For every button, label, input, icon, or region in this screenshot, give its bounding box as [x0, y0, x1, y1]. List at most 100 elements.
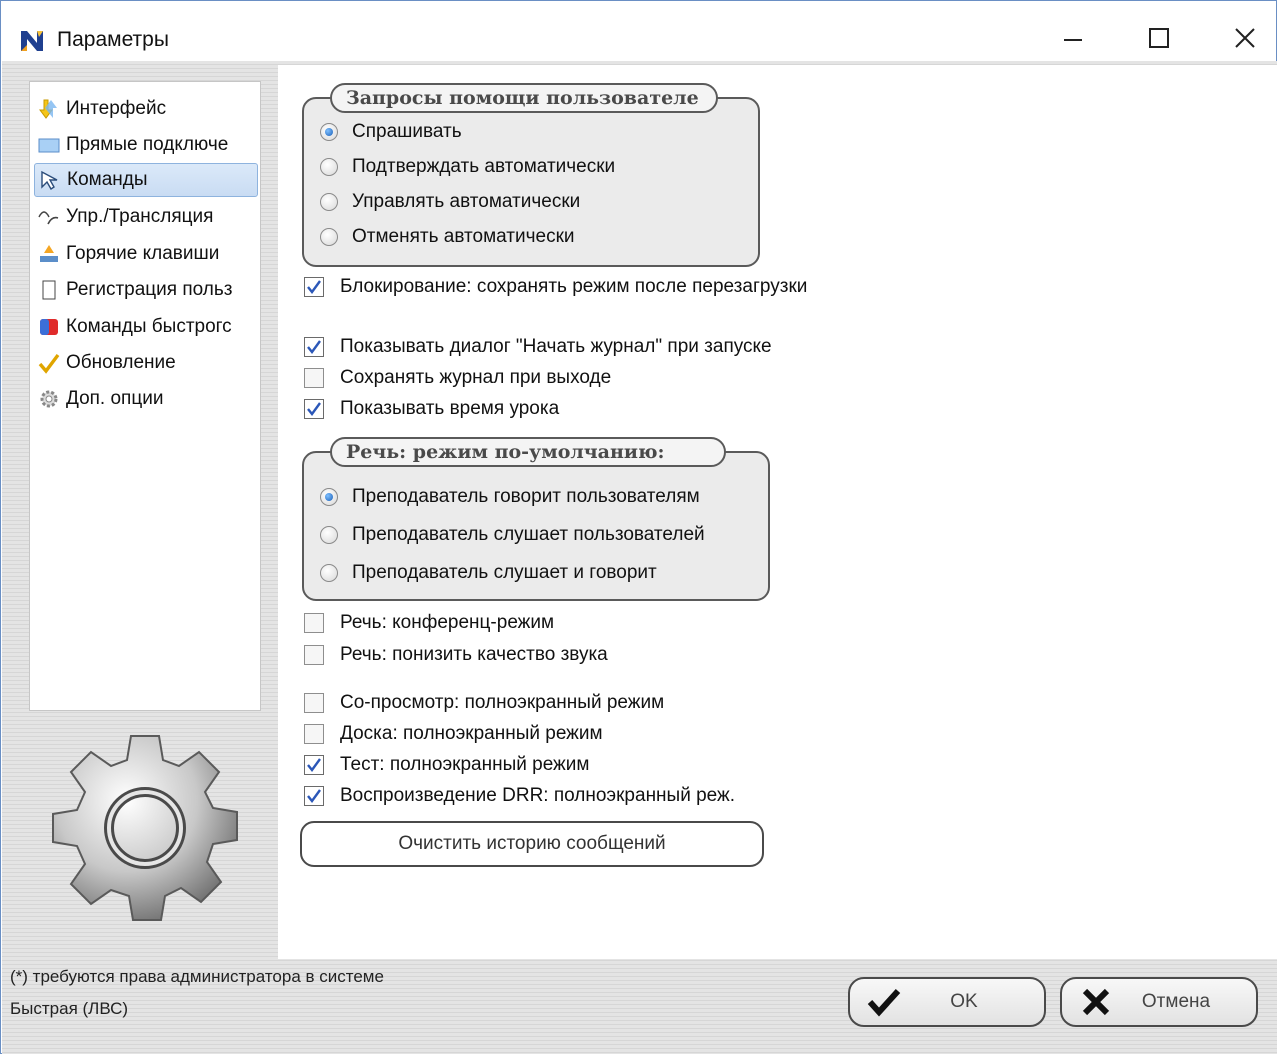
gear-small-icon	[38, 388, 60, 410]
window-title: Параметры	[57, 28, 169, 51]
checkbox[interactable]	[304, 755, 324, 775]
checkmark-icon	[38, 352, 60, 374]
drr-fullscreen-option[interactable]: Воспроизведение DRR: полноэкранный реж.	[304, 785, 735, 807]
minimize-icon	[1064, 39, 1082, 41]
admin-rights-note: (*) требуются права администратора в сис…	[10, 967, 384, 986]
cursor-icon	[39, 169, 61, 191]
cancel-label: Отмена	[1141, 991, 1211, 1012]
help-option-cancel-auto[interactable]: Отменять автоматически	[320, 226, 575, 248]
settings-nav: Интерфейс Прямые подключе Команды Упр./Т…	[29, 81, 261, 711]
connection-mode: Быстрая (ЛВС)	[10, 999, 129, 1018]
option-label: Воспроизведение DRR: полноэкранный реж.	[340, 785, 736, 806]
checkbox[interactable]	[304, 724, 324, 744]
nav-item-label: Упр./Трансляция	[66, 206, 214, 227]
check-mark-icon	[307, 280, 321, 294]
check-mark-icon	[307, 758, 321, 772]
close-icon	[1235, 28, 1255, 48]
nav-item-extra-options[interactable]: Доп. опции	[34, 382, 258, 416]
checkbox[interactable]	[304, 399, 324, 419]
parameters-window: Параметры Интерфейс Прямые подключе Кома…	[0, 0, 1277, 1054]
radio-button[interactable]	[320, 158, 338, 176]
nav-item-label: Команды быстрогс	[66, 316, 232, 337]
nav-item-quick-commands[interactable]: Команды быстрогс	[34, 310, 258, 344]
maximize-icon	[1149, 28, 1169, 48]
save-journal-option[interactable]: Сохранять журнал при выходе	[304, 367, 611, 389]
nav-item-label: Прямые подключе	[66, 134, 229, 155]
option-label: Речь: понизить качество звука	[340, 644, 608, 665]
option-label: Блокирование: сохранять режим после пере…	[340, 276, 808, 297]
radio-button[interactable]	[320, 488, 338, 506]
nav-item-direct-connections[interactable]: Прямые подключе	[34, 128, 258, 162]
option-label: Доска: полноэкранный режим	[340, 723, 603, 744]
interface-arrows-icon	[38, 98, 60, 120]
help-option-ask[interactable]: Спрашивать	[320, 121, 462, 143]
show-lesson-time-option[interactable]: Показывать время урока	[304, 398, 559, 420]
radio-button[interactable]	[320, 228, 338, 246]
help-option-control-auto[interactable]: Управлять автоматически	[320, 191, 580, 213]
checkbox[interactable]	[304, 368, 324, 388]
check-mark-icon	[307, 789, 321, 803]
coview-fullscreen-option[interactable]: Со-просмотр: полноэкранный режим	[304, 692, 664, 714]
option-label: Преподаватель слушает и говорит	[352, 562, 657, 583]
board-fullscreen-option[interactable]: Доска: полноэкранный режим	[304, 723, 603, 745]
checkbox[interactable]	[304, 786, 324, 806]
nav-item-interface[interactable]: Интерфейс	[34, 92, 258, 126]
speech-option-listen-and-speak[interactable]: Преподаватель слушает и говорит	[320, 562, 657, 584]
ok-button[interactable]: OK	[848, 977, 1046, 1027]
gear-decoration-icon	[40, 729, 250, 939]
maximize-button[interactable]	[1129, 15, 1189, 61]
speech-conference-option[interactable]: Речь: конференц-режим	[304, 612, 554, 634]
speech-option-teacher-speaks[interactable]: Преподаватель говорит пользователям	[320, 486, 736, 508]
speech-option-teacher-listens[interactable]: Преподаватель слушает пользователей	[320, 524, 705, 546]
commands-settings-panel: Запросы помощи пользователе Спрашивать П…	[278, 65, 1277, 959]
check-mark-icon	[307, 340, 321, 354]
help-option-confirm-auto[interactable]: Подтверждать автоматически	[320, 156, 615, 178]
radio-button[interactable]	[320, 526, 338, 544]
nav-item-user-registration[interactable]: Регистрация польз	[34, 273, 258, 307]
app-logo-icon	[19, 27, 45, 53]
option-label: Речь: конференц-режим	[340, 612, 555, 633]
checkbox[interactable]	[304, 613, 324, 633]
option-label: Отменять автоматически	[352, 226, 575, 247]
radio-button[interactable]	[320, 564, 338, 582]
minimize-button[interactable]	[1043, 15, 1103, 61]
speech-low-quality-option[interactable]: Речь: понизить качество звука	[304, 644, 608, 666]
checkbox[interactable]	[304, 337, 324, 357]
option-label: Показывать диалог "Начать журнал" при за…	[340, 336, 772, 357]
dialog-body: Интерфейс Прямые подключе Команды Упр./Т…	[2, 61, 1277, 1054]
quick-commands-icon	[38, 316, 60, 338]
cancel-x-icon	[1076, 982, 1116, 1022]
nav-item-control-broadcast[interactable]: Упр./Трансляция	[34, 200, 258, 234]
clear-message-history-button[interactable]: Очистить историю сообщений	[300, 821, 764, 867]
nav-item-label: Доп. опции	[66, 388, 164, 409]
block-save-mode-option[interactable]: Блокирование: сохранять режим после пере…	[304, 276, 807, 298]
option-label: Показывать время урока	[340, 398, 560, 419]
nav-item-label: Интерфейс	[66, 98, 167, 119]
show-journal-dialog-option[interactable]: Показывать диалог "Начать журнал" при за…	[304, 336, 772, 358]
checkbox[interactable]	[304, 693, 324, 713]
checkbox[interactable]	[304, 645, 324, 665]
nav-item-hotkeys[interactable]: Горячие клавиши	[34, 237, 258, 271]
option-label: Сохранять журнал при выходе	[340, 367, 612, 388]
ok-label: OK	[950, 991, 978, 1012]
hotkey-icon	[38, 243, 60, 265]
nav-item-label: Регистрация польз	[66, 279, 233, 300]
title-bar: Параметры	[1, 1, 1276, 61]
test-fullscreen-option[interactable]: Тест: полноэкранный режим	[304, 754, 589, 776]
nav-item-commands[interactable]: Команды	[34, 163, 258, 197]
check-mark-icon	[307, 402, 321, 416]
cancel-button[interactable]: Отмена	[1060, 977, 1258, 1027]
checkbox[interactable]	[304, 277, 324, 297]
option-label: Преподаватель говорит пользователям	[352, 486, 700, 507]
nav-item-label: Обновление	[66, 352, 176, 373]
radio-button[interactable]	[320, 123, 338, 141]
option-label: Преподаватель слушает пользователей	[352, 524, 705, 545]
speech-mode-legend: Речь: режим по-умолчанию:	[330, 437, 726, 467]
close-button[interactable]	[1215, 15, 1275, 61]
option-label: Спрашивать	[352, 121, 462, 142]
option-label: Подтверждать автоматически	[352, 156, 616, 177]
radio-button[interactable]	[320, 193, 338, 211]
nav-item-update[interactable]: Обновление	[34, 346, 258, 380]
option-label: Тест: полноэкранный режим	[340, 754, 590, 775]
registration-icon	[38, 279, 60, 301]
